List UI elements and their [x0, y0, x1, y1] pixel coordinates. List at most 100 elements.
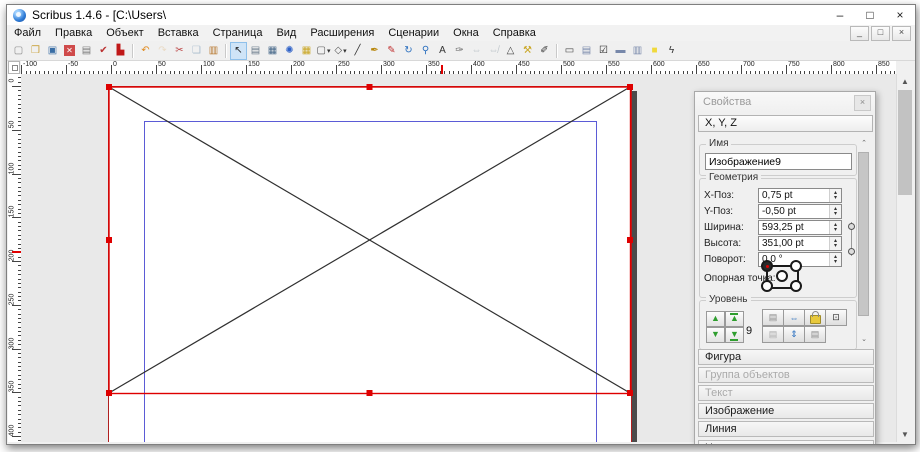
flip-vertical-button[interactable]: ⇕ — [783, 326, 805, 343]
flip-horizontal-button[interactable]: ⇔ — [783, 309, 805, 326]
section-фигура[interactable]: Фигура — [698, 349, 874, 365]
properties-panel-titlebar[interactable]: Свойства — [695, 92, 875, 112]
print-document-button[interactable]: ▤ — [78, 42, 95, 60]
menu-правка[interactable]: Правка — [48, 25, 99, 41]
insert-polygon-button[interactable]: ◇▾ — [332, 42, 349, 60]
mdi-minimize-button[interactable]: _ — [850, 26, 869, 41]
mdi-close-button[interactable]: × — [892, 26, 911, 41]
tab-xyz[interactable]: X, Y, Z — [698, 115, 873, 132]
insert-table-button[interactable]: ▦ — [298, 42, 315, 60]
width-spinbox[interactable]: 593,25 pt ▴▾ — [758, 220, 842, 235]
menu-вставка[interactable]: Вставка — [151, 25, 206, 41]
pdf-text-annotation-button[interactable]: ■ — [646, 42, 663, 60]
object-name-input[interactable] — [705, 153, 852, 170]
print-object-button[interactable]: ▤ — [804, 326, 826, 343]
horizontal-ruler[interactable]: -100-50050100150200250300350400450500550… — [21, 61, 896, 75]
lock-object-button[interactable] — [804, 309, 826, 326]
insert-render-frame-button[interactable]: ✺ — [281, 42, 298, 60]
spinner-arrows-icon[interactable]: ▴▾ — [829, 237, 841, 250]
scroll-down-icon[interactable]: ▼ — [897, 427, 913, 442]
lower-button[interactable]: ▼ — [706, 327, 725, 343]
raise-button[interactable]: ▲ — [706, 311, 725, 327]
section-цвета[interactable]: Цвета — [698, 440, 874, 445]
y-pos-spinbox[interactable]: -0,50 pt ▴▾ — [758, 204, 842, 219]
insert-shape-dropdown-icon[interactable]: ▾ — [327, 47, 331, 55]
panel-scrollbar-thumb[interactable] — [858, 152, 869, 316]
handle-middle-right[interactable] — [627, 237, 633, 243]
paste-button[interactable]: ▥ — [205, 42, 222, 60]
pdf-text-field-button[interactable]: ▤ — [578, 42, 595, 60]
redo-button[interactable]: ↷ — [154, 42, 171, 60]
close-button[interactable]: × — [885, 5, 915, 25]
link-text-frames-button[interactable]: ⇔ — [468, 42, 485, 60]
menu-сценарии[interactable]: Сценарии — [381, 25, 446, 41]
menu-справка[interactable]: Справка — [486, 25, 543, 41]
basepoint-center[interactable] — [776, 270, 788, 282]
scrollbar-thumb[interactable] — [898, 90, 912, 195]
panel-scroll-down-icon[interactable]: ⌄ — [857, 334, 871, 346]
x-pos-spinbox[interactable]: 0,75 pt ▴▾ — [758, 188, 842, 203]
unlink-text-frames-button[interactable]: ⇎ — [485, 42, 502, 60]
panel-scroll-up-icon[interactable]: ⌃ — [857, 138, 871, 150]
pdf-push-button-button[interactable]: ▭ — [561, 42, 578, 60]
mdi-restore-button[interactable]: □ — [871, 26, 890, 41]
panel-scrollbar[interactable]: ⌃ ⌄ — [857, 138, 871, 346]
menu-окна[interactable]: Окна — [446, 25, 486, 41]
link-width-height-icon[interactable] — [843, 222, 852, 256]
section-текст[interactable]: Текст — [698, 385, 874, 401]
handle-bottom-right[interactable] — [627, 390, 633, 396]
menu-расширения[interactable]: Расширения — [303, 25, 381, 41]
pdf-link-button[interactable]: ϟ — [663, 42, 680, 60]
select-item-button[interactable]: ↖ — [230, 42, 247, 60]
restore-button[interactable]: □ — [855, 5, 885, 25]
close-document-button[interactable]: ✕ — [61, 42, 78, 60]
zoom-button[interactable]: ⚲ — [417, 42, 434, 60]
minimize-button[interactable]: – — [825, 5, 855, 25]
edit-contents-button[interactable]: A — [434, 42, 451, 60]
handle-middle-left[interactable] — [106, 237, 112, 243]
properties-close-button[interactable]: × — [854, 95, 871, 111]
undo-button[interactable]: ↶ — [137, 42, 154, 60]
toggle-print-button[interactable]: ▤ — [762, 309, 784, 326]
pdf-list-box-button[interactable]: ▥ — [629, 42, 646, 60]
section-группа-объектов[interactable]: Группа объектов — [698, 367, 874, 383]
insert-freehand-line-button[interactable]: ✎ — [383, 42, 400, 60]
vertical-ruler[interactable]: 050100150200250300350400 — [8, 74, 22, 442]
basepoint-selector[interactable] — [760, 259, 804, 293]
open-document-button[interactable]: ❒ — [27, 42, 44, 60]
insert-bezier-curve-button[interactable]: ✒ — [366, 42, 383, 60]
lock-size-button[interactable]: ⊡ — [825, 309, 847, 326]
lower-to-bottom-button[interactable]: ▼ — [725, 327, 744, 343]
page[interactable] — [109, 87, 632, 443]
pdf-combo-box-button[interactable]: ▬ — [612, 42, 629, 60]
save-as-pdf-button[interactable]: ▙ — [112, 42, 129, 60]
title-bar[interactable]: Scribus 1.4.6 - [C:\Users\ – □ × — [7, 5, 915, 25]
new-document-button[interactable]: ▢ — [10, 42, 27, 60]
insert-line-button[interactable]: ╱ — [349, 42, 366, 60]
basepoint-top-right[interactable] — [790, 260, 802, 272]
spinner-arrows-icon[interactable]: ▴▾ — [829, 253, 841, 266]
scroll-up-icon[interactable]: ▲ — [897, 74, 913, 89]
copy-button[interactable]: ❏ — [188, 42, 205, 60]
insert-shape-button[interactable]: ▢▾ — [315, 42, 332, 60]
measurements-button[interactable]: △ — [502, 42, 519, 60]
insert-text-frame-button[interactable]: ▤ — [247, 42, 264, 60]
insert-polygon-dropdown-icon[interactable]: ▾ — [343, 47, 347, 55]
height-spinbox[interactable]: 351,00 pt ▴▾ — [758, 236, 842, 251]
menu-файл[interactable]: Файл — [7, 25, 48, 41]
ruler-origin-box[interactable] — [8, 61, 20, 74]
spinner-arrows-icon[interactable]: ▴▾ — [829, 221, 841, 234]
raise-to-top-button[interactable]: ▲ — [725, 311, 744, 327]
save-document-button[interactable]: ▣ — [44, 42, 61, 60]
preflight-verifier-button[interactable]: ✔ — [95, 42, 112, 60]
rotate-item-button[interactable]: ↻ — [400, 42, 417, 60]
handle-top-right[interactable] — [627, 84, 633, 90]
handle-top-center[interactable] — [367, 84, 373, 90]
pdf-bookmark-button[interactable]: ▤ — [762, 326, 784, 343]
handle-bottom-center[interactable] — [367, 390, 373, 396]
basepoint-bottom-left[interactable] — [761, 280, 773, 292]
handle-top-left[interactable] — [106, 84, 112, 90]
section-линия[interactable]: Линия — [698, 421, 874, 437]
basepoint-bottom-right[interactable] — [790, 280, 802, 292]
copy-item-properties-button[interactable]: ⚒ — [519, 42, 536, 60]
